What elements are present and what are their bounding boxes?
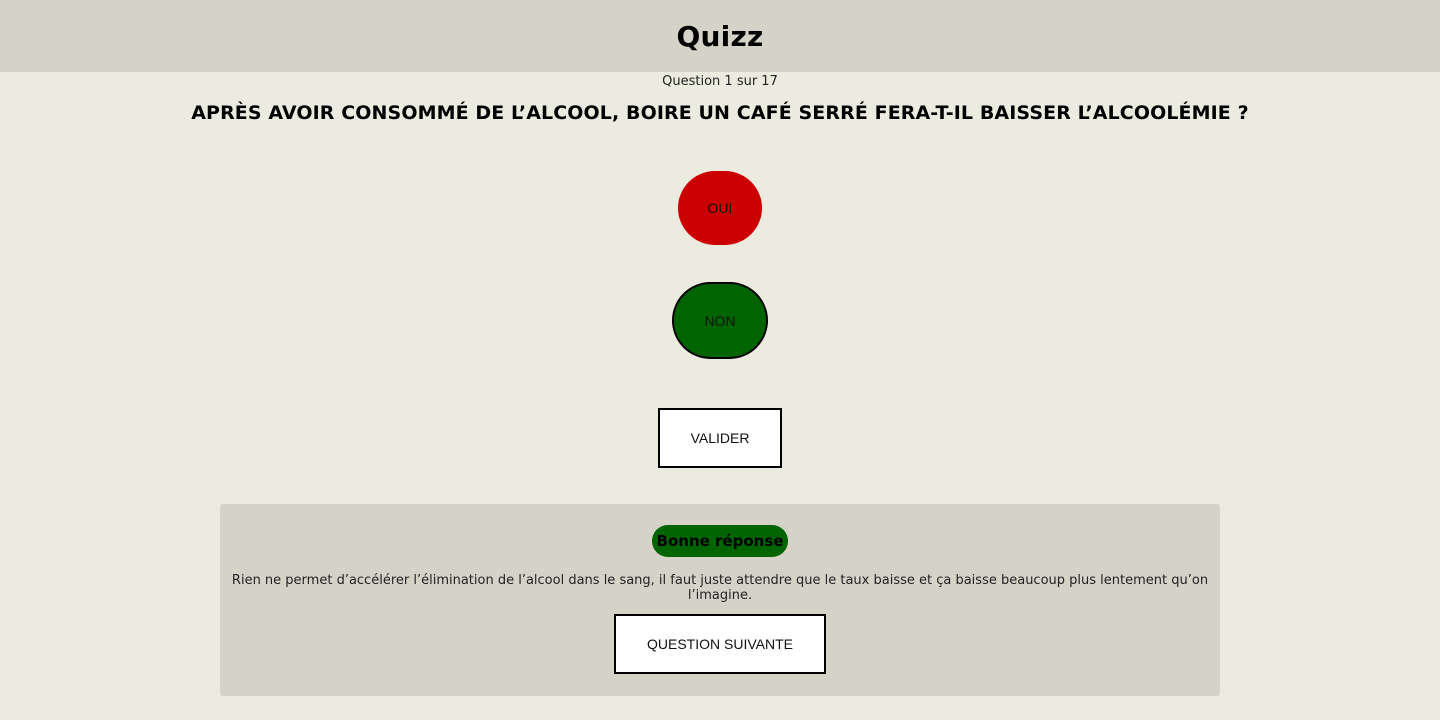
page-title: Quizz [676,19,764,53]
question-text: APRÈS AVOIR CONSOMMÉ DE L’ALCOOL, BOIRE … [191,102,1249,124]
feedback-panel: Bonne réponse Rien ne permet d’accélérer… [220,504,1220,696]
validate-button[interactable]: VALIDER [658,408,782,468]
next-question-label: QUESTION SUIVANTE [647,636,793,652]
answer-non-label: NON [704,312,736,329]
result-badge: Bonne réponse [652,525,788,557]
result-badge-label: Bonne réponse [656,532,784,550]
question-progress: Question 1 sur 17 [662,74,778,89]
answer-oui-button[interactable]: OUI [678,171,762,245]
answer-oui-label: OUI [707,200,733,216]
page-header: Quizz [0,0,1440,72]
answer-non-button[interactable]: NON [672,282,768,359]
next-question-button[interactable]: QUESTION SUIVANTE [614,614,826,674]
explanation-text: Rien ne permet d’accélérer l’élimination… [231,573,1209,603]
validate-button-label: VALIDER [690,430,750,446]
